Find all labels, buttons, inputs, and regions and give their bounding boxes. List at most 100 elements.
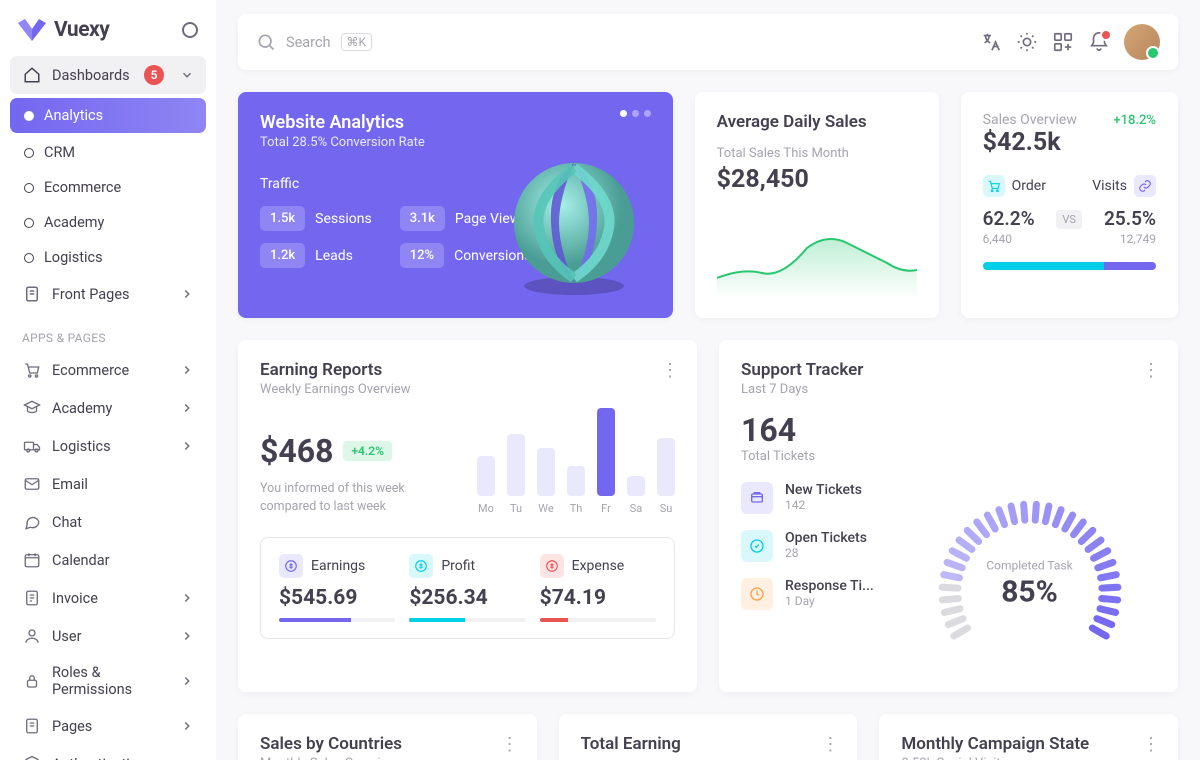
stat-label: Expense <box>572 558 625 574</box>
card-title: Sales by Countries <box>260 734 515 754</box>
visits-count: 12,749 <box>1092 232 1156 246</box>
card-title: Monthly Campaign State <box>901 734 1156 754</box>
nav-label: CRM <box>44 144 75 161</box>
nav-label: User <box>52 628 82 645</box>
chevron-right-icon <box>180 439 194 453</box>
carousel-dots[interactable] <box>620 110 651 117</box>
stat-icon <box>540 554 564 578</box>
nav-label: Logistics <box>52 438 111 455</box>
card-subtitle: Monthly Sales Overview <box>260 756 515 760</box>
nav-analytics[interactable]: Analytics <box>10 98 206 133</box>
sales-amount: $28,450 <box>717 165 917 194</box>
nav-ecommerce[interactable]: Ecommerce <box>10 351 206 389</box>
nav-roles-permissions[interactable]: Roles & Permissions <box>10 655 206 707</box>
card-menu-icon[interactable]: ⋮ <box>821 734 837 755</box>
tracker-item-value: 28 <box>785 546 867 560</box>
theme-icon[interactable] <box>1016 31 1038 53</box>
card-menu-icon[interactable]: ⋮ <box>1142 360 1158 381</box>
gauge-chart: Completed Task 85% <box>903 482 1156 672</box>
nav-crm[interactable]: CRM <box>10 135 206 170</box>
nav-calendar[interactable]: Calendar <box>10 541 206 579</box>
nav-authentication[interactable]: Authentication <box>10 745 206 760</box>
search-shortcut: ⌘K <box>341 33 373 51</box>
stat-value: 3.1k <box>400 206 445 231</box>
pin-icon[interactable] <box>182 22 198 38</box>
nav-chat[interactable]: Chat <box>10 503 206 541</box>
bar <box>567 466 585 496</box>
home-icon <box>22 65 42 85</box>
nav-badge: 5 <box>144 65 164 85</box>
nav-label: Analytics <box>44 107 103 124</box>
chevron-right-icon <box>180 401 194 415</box>
bar-label: Tu <box>510 502 522 515</box>
tracker-item-icon <box>741 482 773 514</box>
bar-label: Fr <box>601 502 611 515</box>
tracker-item: Open Tickets28 <box>741 530 881 562</box>
stat-value: $74.19 <box>540 586 656 610</box>
stat-value: $545.69 <box>279 586 395 610</box>
stat-label: Sessions <box>315 211 372 227</box>
card-menu-icon[interactable]: ⋮ <box>661 360 677 381</box>
bar-label: Su <box>660 502 673 515</box>
main-content: Search ⌘K Website Analytics Total 28.5% … <box>216 0 1200 760</box>
nav-user[interactable]: User <box>10 617 206 655</box>
bar-column: We <box>537 448 555 515</box>
chevron-right-icon <box>180 591 194 605</box>
nav-label: Ecommerce <box>52 362 129 379</box>
nav-label: Academy <box>44 214 104 231</box>
nav-icon <box>22 436 42 456</box>
nav-label: Roles & Permissions <box>52 664 170 698</box>
card-menu-icon[interactable]: ⋮ <box>501 734 517 755</box>
stat-value: 12% <box>400 243 444 268</box>
card-subtitle: Total Sales This Month <box>717 146 917 161</box>
nav-academy[interactable]: Academy <box>10 389 206 427</box>
stat-label: Profit <box>441 558 475 574</box>
bar-label: Th <box>570 502 583 515</box>
chevron-right-icon <box>180 287 194 301</box>
tracker-item-icon <box>741 578 773 610</box>
nav-dashboards[interactable]: Dashboards 5 <box>10 56 206 94</box>
brand-row: Vuexy <box>10 14 206 56</box>
nav-invoice[interactable]: Invoice <box>10 579 206 617</box>
nav-icon <box>22 754 42 760</box>
nav-label: Logistics <box>44 249 103 266</box>
apps-icon[interactable] <box>1052 31 1074 53</box>
tracker-item-label: Open Tickets <box>785 530 867 546</box>
language-icon[interactable] <box>980 31 1002 53</box>
tracker-item-value: 142 <box>785 498 862 512</box>
nav-pages[interactable]: Pages <box>10 707 206 745</box>
notifications-icon[interactable] <box>1088 31 1110 53</box>
nav-label: Authentication <box>52 756 146 760</box>
bullet-icon <box>24 111 34 121</box>
user-avatar[interactable] <box>1124 24 1160 60</box>
nav-label: Calendar <box>52 552 110 569</box>
nav-email[interactable]: Email <box>10 465 206 503</box>
tracker-item: New Tickets142 <box>741 482 881 514</box>
nav-ecommerce[interactable]: Ecommerce <box>10 170 206 205</box>
overview-amount: $42.5k <box>983 128 1156 157</box>
nav-front-pages[interactable]: Front Pages <box>10 275 206 313</box>
bullet-icon <box>24 218 34 228</box>
stat-value: 1.2k <box>260 243 305 268</box>
tracker-item-label: Response Ti... <box>785 578 874 594</box>
card-title: Website Analytics <box>260 112 651 133</box>
nav-logistics[interactable]: Logistics <box>10 240 206 275</box>
monthly-campaign-card: ⋮ Monthly Campaign State 8.52k Social Vi… <box>879 714 1178 760</box>
analytics-illustration <box>499 148 649 298</box>
support-tracker-card: ⋮ Support Tracker Last 7 Days 164 Total … <box>719 340 1178 692</box>
sales-sparkline <box>717 218 917 298</box>
sales-overview-card: Sales Overview +18.2% $42.5k Order 62.2%… <box>961 92 1178 318</box>
earning-reports-card: ⋮ Earning Reports Weekly Earnings Overvi… <box>238 340 697 692</box>
order-pct: 62.2% <box>983 207 1046 230</box>
brand-name: Vuexy <box>54 18 109 42</box>
nav-icon <box>22 588 42 608</box>
search-input[interactable]: Search ⌘K <box>256 32 966 52</box>
bullet-icon <box>24 148 34 158</box>
bar-column: Sa <box>627 476 645 515</box>
nav-section-header: APPS & PAGES <box>10 313 206 351</box>
bar-column: Th <box>567 466 585 515</box>
nav-academy[interactable]: Academy <box>10 205 206 240</box>
earning-delta: +4.2% <box>343 441 392 461</box>
card-menu-icon[interactable]: ⋮ <box>1142 734 1158 755</box>
nav-logistics[interactable]: Logistics <box>10 427 206 465</box>
